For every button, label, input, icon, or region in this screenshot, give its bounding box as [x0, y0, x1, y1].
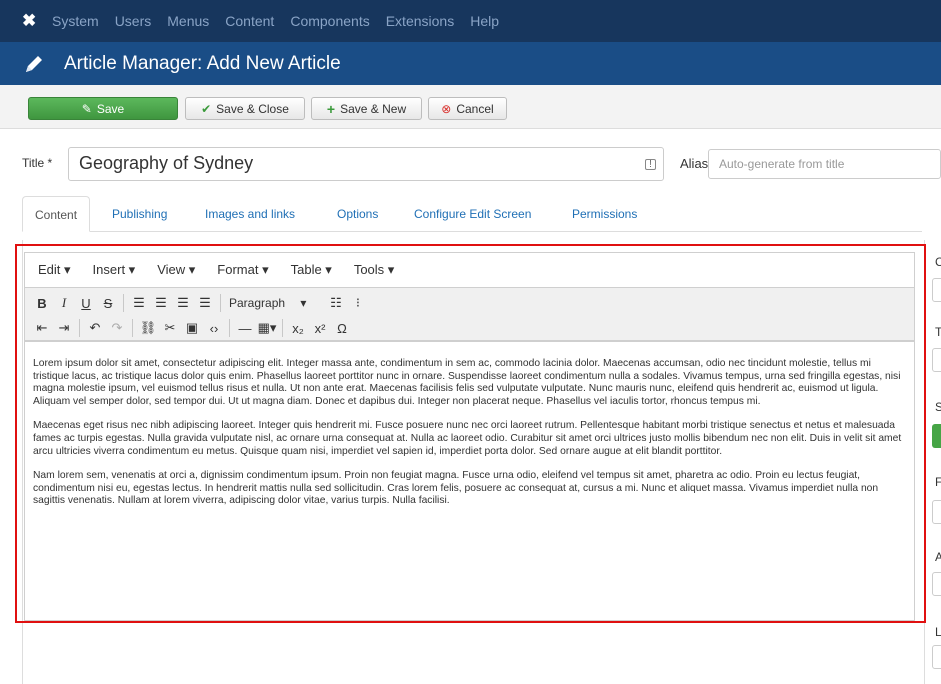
- paragraph: Lorem ipsum dolor sit amet, consectetur …: [33, 358, 901, 407]
- cancel-circle-icon: ⊗: [441, 101, 452, 116]
- sidebar-field[interactable]: [932, 645, 941, 669]
- horizontal-rule-icon[interactable]: —: [234, 321, 256, 336]
- nav-content[interactable]: Content: [225, 13, 274, 29]
- underline-icon[interactable]: U: [75, 296, 97, 311]
- sidebar-status-toggle[interactable]: [932, 424, 941, 448]
- sidebar-label: A: [935, 550, 941, 564]
- nav-menus[interactable]: Menus: [167, 13, 209, 29]
- nav-users[interactable]: Users: [115, 13, 152, 29]
- save-button-label: Save: [96, 101, 125, 116]
- toolbar-separator: [282, 319, 283, 337]
- menu-insert[interactable]: Insert ▾: [93, 262, 136, 278]
- tab-publishing[interactable]: Publishing: [100, 196, 179, 232]
- paragraph: Nam lorem sem, venenatis at orci a, dign…: [33, 470, 879, 507]
- undo-icon[interactable]: ↶: [84, 320, 106, 336]
- menu-view[interactable]: View ▾: [157, 262, 195, 278]
- sidebar-label: L: [935, 625, 941, 639]
- toolbar-separator: [220, 294, 221, 312]
- toolbar-separator: [123, 294, 124, 312]
- title-field-label: Title *: [22, 156, 53, 170]
- strikethrough-icon[interactable]: S: [97, 296, 119, 311]
- menu-format[interactable]: Format ▾: [217, 262, 268, 278]
- align-right-icon[interactable]: ☰: [172, 295, 194, 311]
- tab-bar: Content Publishing Images and links Opti…: [22, 196, 922, 232]
- nav-components[interactable]: Components: [290, 13, 369, 29]
- top-navbar: ✖ System Users Menus Content Components …: [0, 0, 941, 42]
- superscript-icon[interactable]: x²: [309, 321, 331, 336]
- toolbar-separator: [132, 319, 133, 337]
- align-left-icon[interactable]: ☰: [128, 295, 150, 311]
- sidebar-field[interactable]: [932, 278, 941, 302]
- save-close-button[interactable]: ✔ Save & Close: [185, 97, 305, 120]
- sidebar-label: T: [935, 325, 941, 339]
- editor-content-area[interactable]: Lorem ipsum dolor sit amet, consectetur …: [24, 341, 915, 621]
- editor-toolbar: B I U S ☰ ☰ ☰ ☰ Paragraph ▾ ☷ ⁝ ⇤ ⇥ ↶ ↷ …: [24, 287, 915, 341]
- pencil-icon: [26, 55, 42, 72]
- menu-edit[interactable]: Edit ▾: [38, 262, 71, 278]
- italic-icon[interactable]: I: [53, 295, 75, 311]
- cancel-label: Cancel: [456, 101, 494, 116]
- code-icon[interactable]: ‹›: [203, 321, 225, 336]
- toolbar-row-2: ⇤ ⇥ ↶ ↷ ⛓ ✂ ▣ ‹› — ▦▾ x₂ x² Ω: [31, 316, 353, 340]
- chevron-down-icon: ▾: [300, 296, 307, 310]
- subscript-icon[interactable]: x₂: [287, 321, 309, 336]
- outdent-icon[interactable]: ⇤: [31, 320, 53, 336]
- tab-content[interactable]: Content: [22, 196, 91, 232]
- alias-input[interactable]: Auto-generate from title: [708, 149, 941, 179]
- tab-permissions[interactable]: Permissions: [560, 196, 649, 232]
- check-icon: ✔: [201, 101, 212, 116]
- cancel-button[interactable]: ⊗ Cancel: [428, 97, 507, 120]
- toolbar-separator: [229, 319, 230, 337]
- tab-images-and-links[interactable]: Images and links: [193, 196, 307, 232]
- nav-system[interactable]: System: [52, 13, 99, 29]
- sidebar-label: S: [935, 400, 941, 414]
- special-character-icon[interactable]: Ω: [331, 321, 353, 336]
- sidebar-field[interactable]: [932, 500, 941, 524]
- toolbar-row-1: B I U S ☰ ☰ ☰ ☰ Paragraph ▾ ☷ ⁝: [31, 291, 369, 315]
- tab-options[interactable]: Options: [325, 196, 390, 232]
- format-select-value: Paragraph: [229, 296, 286, 310]
- page-header: Article Manager: Add New Article: [0, 42, 941, 85]
- joomla-logo-icon[interactable]: ✖: [22, 11, 52, 31]
- plus-icon: +: [326, 100, 336, 117]
- action-toolbar: ✎ Save ✔ Save & Close + Save & New ⊗ Can…: [0, 85, 941, 129]
- image-icon[interactable]: ▣: [181, 320, 203, 336]
- sidebar-field[interactable]: [932, 348, 941, 372]
- nav-extensions[interactable]: Extensions: [386, 13, 454, 29]
- sidebar-label: F: [935, 475, 941, 489]
- title-info-icon[interactable]: !: [645, 159, 656, 170]
- bullet-list-icon[interactable]: ☷: [325, 295, 347, 311]
- editor-menubar: Edit ▾ Insert ▾ View ▾ Format ▾ Table ▾ …: [24, 252, 915, 287]
- format-select[interactable]: Paragraph ▾: [225, 296, 325, 310]
- table-icon[interactable]: ▦▾: [256, 320, 278, 336]
- redo-icon[interactable]: ↷: [106, 320, 128, 336]
- indent-icon[interactable]: ⇥: [53, 320, 75, 336]
- tab-configure-edit-screen[interactable]: Configure Edit Screen: [402, 196, 543, 232]
- menu-table[interactable]: Table ▾: [291, 262, 332, 278]
- sidebar-field[interactable]: [932, 572, 941, 596]
- menu-tools[interactable]: Tools ▾: [354, 262, 395, 278]
- alias-field-label: Alias: [680, 156, 709, 171]
- save-new-button[interactable]: + Save & New: [311, 97, 422, 120]
- nav-help[interactable]: Help: [470, 13, 499, 29]
- edit-icon: ✎: [81, 101, 92, 116]
- save-new-label: Save & New: [340, 101, 407, 116]
- numbered-list-icon[interactable]: ⁝: [347, 295, 369, 311]
- paragraph: Maecenas eget risus nec nibh adipiscing …: [33, 420, 902, 457]
- title-input[interactable]: Geography of Sydney: [68, 147, 664, 181]
- link-icon[interactable]: ⛓: [137, 320, 159, 336]
- save-button[interactable]: ✎ Save: [28, 97, 178, 120]
- unlink-icon[interactable]: ✂: [159, 320, 181, 336]
- page-title: Article Manager: Add New Article: [64, 52, 341, 74]
- toolbar-separator: [79, 319, 80, 337]
- align-center-icon[interactable]: ☰: [150, 295, 172, 311]
- sidebar-label: C: [935, 255, 941, 269]
- bold-icon[interactable]: B: [31, 296, 53, 311]
- align-justify-icon[interactable]: ☰: [194, 295, 216, 311]
- save-close-label: Save & Close: [216, 101, 289, 116]
